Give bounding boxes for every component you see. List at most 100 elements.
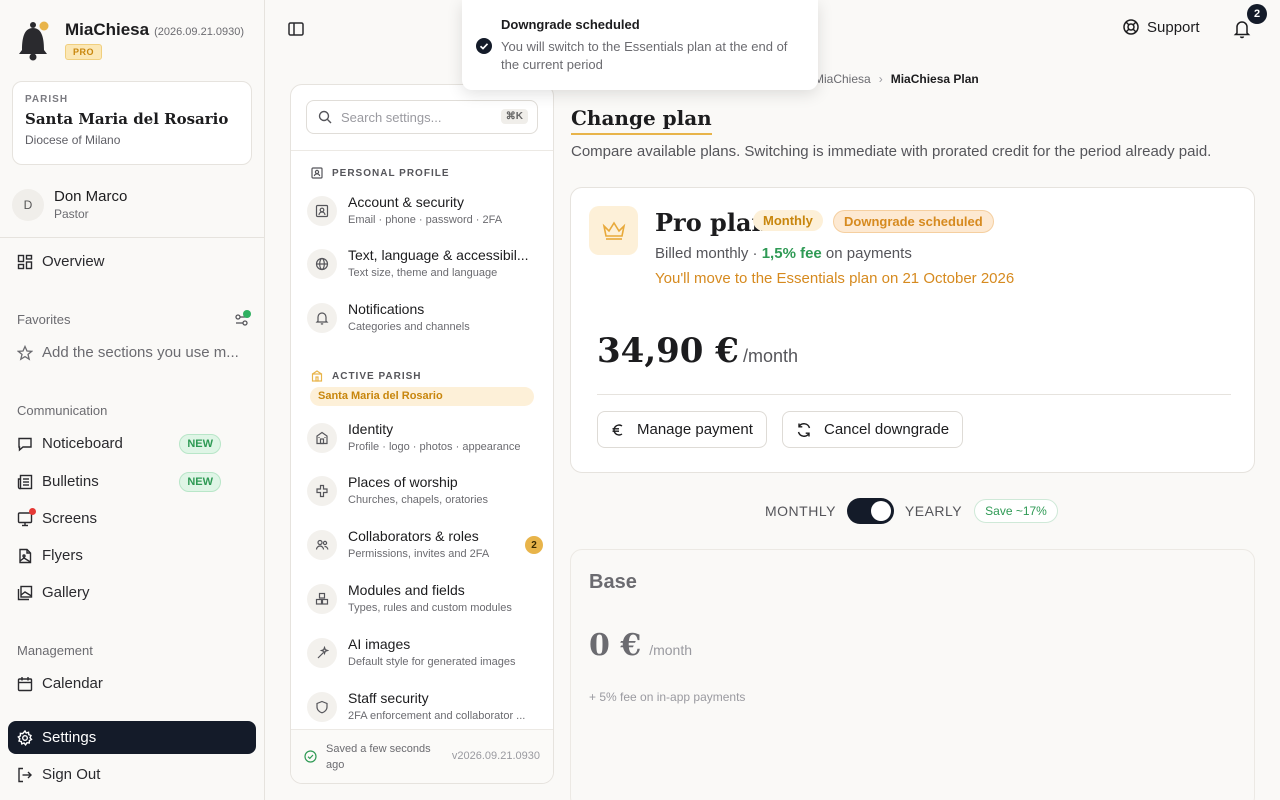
manage-payment-label: Manage payment — [637, 421, 753, 438]
brand[interactable]: MiaChiesa (2026.09.21.0930) PRO — [14, 20, 244, 62]
monthly-label[interactable]: MONTHLY — [765, 503, 836, 519]
shield-icon — [307, 692, 337, 722]
settings-item-identity[interactable]: Identity Profile · logo · photos · appea… — [307, 421, 543, 469]
settings-item-title: Account & security — [348, 194, 464, 210]
images-icon — [17, 585, 33, 601]
notifications-bell-icon[interactable] — [1233, 19, 1251, 39]
nav-overview[interactable]: Overview — [8, 245, 256, 278]
base-price-unit: /month — [649, 642, 693, 658]
new-badge: NEW — [179, 433, 221, 454]
favorites-hint-text: Add the sections you use m... — [42, 344, 239, 361]
plan-period-pill: Monthly — [753, 210, 823, 231]
settings-item-account[interactable]: Account & security Email · phone · passw… — [307, 194, 543, 242]
nav-flyers[interactable]: Flyers — [8, 539, 256, 572]
chevron-right-icon: › — [878, 72, 883, 86]
grid-icon — [17, 254, 33, 270]
boxes-icon — [307, 584, 337, 614]
plan-status-pill: Downgrade scheduled — [833, 210, 994, 233]
nav-gallery[interactable]: Gallery — [8, 576, 256, 609]
nav-noticeboard[interactable]: Noticeboard NEW — [8, 427, 256, 460]
globe-icon — [307, 249, 337, 279]
gear-icon — [17, 729, 33, 746]
toast-notification[interactable]: Downgrade scheduled You will switch to t… — [462, 0, 818, 90]
nav-overview-label: Overview — [42, 253, 105, 270]
base-plan-title: Base — [589, 571, 637, 593]
new-badge: NEW — [179, 471, 221, 492]
communication-label: Communication — [17, 403, 108, 418]
billing-prefix: Billed monthly · — [655, 245, 762, 262]
user-name: Don Marco — [54, 188, 128, 205]
divider — [0, 237, 265, 238]
support-button[interactable]: Support — [1122, 18, 1200, 36]
nav-flyers-label: Flyers — [42, 547, 83, 564]
billing-suffix: on payments — [821, 245, 912, 262]
nav-signout[interactable]: Sign Out — [8, 758, 256, 791]
file-image-icon — [17, 548, 33, 564]
favorites-label: Favorites — [17, 312, 71, 327]
sparkle-icon — [307, 638, 337, 668]
settings-item-sub: Email · phone · password · 2FA — [348, 214, 503, 226]
active-parish-label: ACTIVE PARISH — [311, 370, 422, 382]
nav-calendar[interactable]: Calendar — [8, 667, 256, 700]
base-plan-card[interactable]: Base 0 € /month + 5% fee on in-app payme… — [570, 549, 1255, 800]
settings-item-sub: Permissions, invites and 2FA — [348, 548, 490, 560]
settings-item-title: Modules and fields — [348, 582, 465, 598]
crown-icon — [589, 206, 638, 255]
search-input[interactable] — [341, 109, 491, 125]
settings-item-collaborators[interactable]: Collaborators & roles Permissions, invit… — [307, 528, 543, 576]
parish-card[interactable]: PARISH Santa Maria del Rosario Diocese o… — [12, 81, 252, 165]
billing-period-toggle[interactable] — [846, 498, 894, 524]
nav-bulletins-label: Bulletins — [42, 473, 99, 490]
sidebar-toggle-icon[interactable] — [287, 20, 305, 38]
users-icon — [307, 530, 337, 560]
user-role: Pastor — [54, 207, 89, 221]
user-profile[interactable]: D Don Marco Pastor — [12, 188, 127, 221]
search-icon — [318, 110, 332, 124]
parish-diocese: Diocese of Milano — [25, 133, 121, 147]
count-badge: 2 — [525, 536, 543, 554]
plan-billing: Billed monthly · 1,5% fee on payments — [655, 245, 912, 262]
settings-item-sub: 2FA enforcement and collaborator ... — [348, 710, 526, 722]
screen-icon — [17, 507, 36, 527]
yearly-label[interactable]: YEARLY — [905, 503, 962, 519]
manage-payment-button[interactable]: Manage payment — [597, 411, 767, 448]
cancel-downgrade-button[interactable]: Cancel downgrade — [782, 411, 964, 448]
favorites-hint[interactable]: Add the sections you use m... — [8, 336, 256, 369]
logout-icon — [17, 767, 33, 783]
favorites-dot — [243, 310, 251, 318]
settings-item-sub: Types, rules and custom modules — [348, 602, 512, 614]
base-plan-price: 0 € /month — [589, 628, 692, 663]
settings-search[interactable]: ⌘K — [306, 100, 538, 134]
pro-badge: PRO — [65, 44, 103, 60]
save-badge: Save ~17% — [974, 499, 1058, 523]
settings-item-sub: Categories and channels — [348, 321, 470, 333]
management-label: Management — [17, 643, 93, 658]
divider — [597, 394, 1231, 395]
settings-item-text-language[interactable]: Text, language & accessibil... Text size… — [307, 247, 543, 295]
settings-item-notifications[interactable]: Notifications Categories and channels — [307, 301, 543, 349]
settings-item-modules[interactable]: Modules and fields Types, rules and cust… — [307, 582, 543, 630]
brand-name: MiaChiesa — [65, 20, 150, 39]
breadcrumb: MiaChiesa › MiaChiesa Plan — [814, 72, 979, 86]
settings-item-places[interactable]: Places of worship Churches, chapels, ora… — [307, 474, 543, 522]
toast-message: You will switch to the Essentials plan a… — [501, 39, 788, 72]
brand-version: (2026.09.21.0930) — [154, 26, 245, 38]
base-plan-fee: + 5% fee on in-app payments — [589, 690, 746, 704]
settings-item-title: Collaborators & roles — [348, 528, 479, 544]
bell-logo-icon — [14, 20, 52, 62]
shortcut-hint: ⌘K — [500, 109, 528, 124]
nav-settings[interactable]: Settings — [8, 721, 256, 754]
settings-item-ai-images[interactable]: AI images Default style for generated im… — [307, 636, 543, 684]
nav-screens[interactable]: Screens — [8, 502, 256, 535]
settings-item-sub: Churches, chapels, oratories — [348, 494, 489, 506]
nav-gallery-label: Gallery — [42, 584, 90, 601]
nav-bulletins[interactable]: Bulletins NEW — [8, 465, 256, 498]
settings-item-title: Notifications — [348, 301, 425, 317]
refresh-icon — [796, 422, 824, 438]
nav-screens-label: Screens — [42, 510, 98, 527]
parish-name: Santa Maria del Rosario — [25, 110, 229, 128]
billing-toggle-row: MONTHLY YEARLY Save ~17% — [765, 498, 1058, 524]
plan-name: Pro plan — [655, 208, 769, 237]
active-parish-pill: Santa Maria del Rosario — [310, 387, 534, 406]
breadcrumb-parent[interactable]: MiaChiesa — [814, 72, 871, 86]
